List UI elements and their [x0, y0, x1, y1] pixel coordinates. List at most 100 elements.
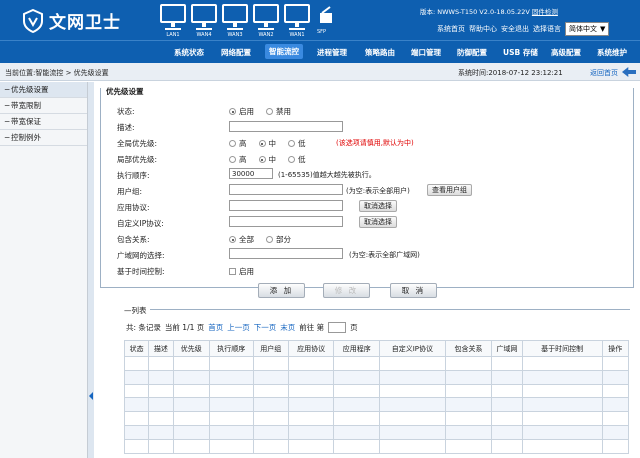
cancel-button[interactable]: 取 消 — [390, 283, 437, 298]
port-wan4: WAN4 — [191, 4, 217, 38]
nav-process-management[interactable]: 进程管理 — [317, 47, 347, 58]
include-relation-radio-group: 全部 部分 — [229, 234, 299, 245]
home-link[interactable]: 系统首页 — [437, 24, 465, 34]
local-high-radio[interactable] — [229, 156, 236, 163]
logout-link[interactable]: 安全退出 — [501, 24, 529, 34]
col-execution-order: 执行顺序 — [208, 340, 254, 357]
description-input[interactable] — [229, 121, 343, 132]
back-home-link[interactable]: 返回首页 — [590, 68, 618, 78]
col-app-protocol: 应用协议 — [287, 340, 335, 357]
nav-port-management[interactable]: 端口管理 — [411, 47, 441, 58]
sfp-icon — [320, 6, 332, 23]
nav-network-config[interactable]: 网络配置 — [221, 47, 251, 58]
col-wan: 广域网 — [491, 340, 523, 357]
custom-ip-protocol-input[interactable] — [229, 216, 343, 227]
status-enable-radio[interactable] — [229, 108, 236, 115]
nav-smart-flow-control[interactable]: 智能流控 — [265, 44, 303, 59]
sidebar-item-label: 带宽保证 — [11, 117, 41, 126]
pager-goto-label: 前往 第 — [299, 323, 325, 332]
global-priority-warning: (该选项请慎用,默认为中) — [336, 139, 414, 147]
col-user-group: 用户组 — [252, 340, 289, 357]
nav-defense-config[interactable]: 防御配置 — [457, 47, 487, 58]
port-wan3: WAN3 — [222, 4, 248, 38]
pager-last-link[interactable]: 末页 — [280, 322, 295, 333]
back-arrow-icon[interactable] — [622, 67, 636, 77]
edit-button[interactable]: 修 改 — [323, 283, 370, 298]
time-control-checkbox[interactable] — [229, 268, 236, 275]
pager-first-link[interactable]: 首页 — [208, 322, 223, 333]
radio-label: 禁用 — [276, 107, 291, 116]
nav-system-maintenance[interactable]: 系统维护 — [597, 47, 627, 58]
global-high-radio[interactable] — [229, 140, 236, 147]
global-low-radio[interactable] — [288, 140, 295, 147]
port-label: WAN4 — [196, 32, 212, 38]
col-application: 应用程序 — [333, 340, 380, 357]
app-protocol-clear-button[interactable]: 取消选择 — [359, 200, 397, 212]
dash-icon: − — [4, 133, 11, 142]
pager: 共: 条记录 当前 1/1 页 首页 上一页 下一页 末页 前往 第 页 — [126, 322, 358, 333]
execution-order-input[interactable]: 30000 — [229, 168, 273, 179]
fieldset-legend: 优先级设置 — [104, 86, 146, 97]
radio-label: 高 — [239, 139, 247, 148]
help-link[interactable]: 帮助中心 — [469, 24, 497, 34]
version-label: 版本: NWWS-T150 V2.0-18.05.22V — [420, 8, 530, 16]
dash-icon: − — [4, 101, 11, 110]
radio-label: 部分 — [276, 235, 291, 244]
local-medium-radio[interactable] — [258, 156, 266, 163]
pager-next-link[interactable]: 下一页 — [254, 322, 277, 333]
user-group-input[interactable] — [229, 184, 343, 195]
local-low-radio[interactable] — [288, 156, 295, 163]
global-priority-label: 全局优先级: — [117, 139, 158, 148]
nav-usb-storage[interactable]: USB 存储 — [503, 47, 538, 58]
sfp-label: SFP — [317, 29, 327, 35]
custom-ip-clear-button[interactable]: 取消选择 — [359, 216, 397, 228]
status-disable-radio[interactable] — [266, 108, 273, 115]
dash-icon: − — [4, 85, 11, 94]
local-priority-label: 局部优先级: — [117, 155, 158, 164]
port-lan1: LAN1 — [160, 4, 186, 38]
pager-current: 当前 1/1 页 — [164, 323, 205, 332]
include-partial-radio[interactable] — [266, 236, 273, 243]
pager-total: 共: 条记录 — [126, 323, 161, 332]
table-row — [123, 438, 630, 454]
language-select[interactable]: 简体中文 ▼ — [565, 22, 610, 36]
sidebar-item-control-exception[interactable]: −控制例外 — [0, 130, 87, 146]
sidebar-item-label: 优先级设置 — [11, 85, 49, 94]
sidebar-item-bandwidth-guarantee[interactable]: −带宽保证 — [0, 114, 87, 130]
monitor-icon — [284, 4, 310, 27]
col-description: 描述 — [148, 340, 174, 357]
firmware-check-link[interactable]: 固件检测 — [532, 8, 558, 16]
app-protocol-label: 应用协议: — [117, 203, 150, 212]
radio-label: 中 — [268, 139, 277, 148]
execution-order-label: 执行顺序: — [117, 171, 150, 180]
sidebar-item-priority[interactable]: −优先级设置 — [0, 82, 87, 98]
execution-order-hint: (1-65535)值越大越先被执行。 — [278, 171, 376, 179]
nav-policy-routing[interactable]: 策略路由 — [365, 47, 395, 58]
page-number-input[interactable] — [328, 322, 347, 333]
dash-icon: − — [4, 117, 11, 126]
pager-prev-link[interactable]: 上一页 — [227, 322, 250, 333]
add-button[interactable]: 添 加 — [258, 283, 305, 298]
nav-advanced-config[interactable]: 高级配置 — [551, 47, 581, 58]
global-medium-radio[interactable] — [258, 140, 266, 147]
port-label: WAN3 — [227, 32, 243, 38]
brand-name: 文网卫士 — [49, 13, 121, 33]
app-protocol-input[interactable] — [229, 200, 343, 211]
view-user-group-button[interactable]: 查看用户组 — [427, 184, 472, 196]
table-row — [123, 369, 630, 385]
sidebar-item-bandwidth-limit[interactable]: −带宽限制 — [0, 98, 87, 114]
list-divider — [150, 309, 630, 310]
monitor-icon — [160, 4, 186, 27]
list-title: —列表 — [124, 306, 147, 315]
monitor-icon — [191, 4, 217, 27]
breadcrumb: 当前位置:智能流控 > 优先级设置 — [5, 69, 109, 77]
sidebar-item-label: 控制例外 — [11, 133, 41, 142]
include-all-radio[interactable] — [229, 236, 236, 243]
top-header: 文网卫士 LAN1 WAN4 WAN3 WAN2 WAN1 SFP 版本: NW… — [0, 0, 640, 40]
wan-select-hint: (为空:表示全部广域网) — [349, 251, 420, 259]
wan-select-input[interactable] — [229, 248, 343, 259]
local-priority-radio-group: 高 中 低 — [229, 154, 314, 165]
nav-system-status[interactable]: 系统状态 — [174, 47, 204, 58]
custom-ip-protocol-label: 自定义IP协议: — [117, 219, 164, 228]
table-row — [123, 383, 630, 399]
